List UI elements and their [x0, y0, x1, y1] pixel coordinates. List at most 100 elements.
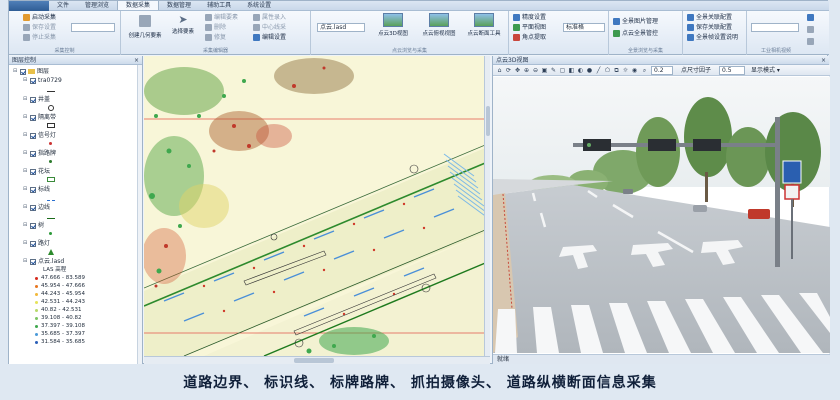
create-feature-button[interactable]: 创建几何要素: [127, 13, 163, 43]
zoom-in-icon[interactable]: ⊕: [523, 67, 530, 74]
collapse-icon[interactable]: ⊟: [13, 67, 18, 76]
collapse-icon[interactable]: ⊟: [23, 185, 28, 194]
street-3d-scene[interactable]: [493, 77, 830, 353]
layer-checkbox[interactable]: [30, 132, 36, 139]
collapse-icon[interactable]: ⊟: [23, 167, 28, 176]
home-icon[interactable]: ⌂: [496, 67, 503, 74]
section-tool-icon[interactable]: ⧉: [613, 67, 620, 74]
layer-signal-light[interactable]: ⊟ 信号灯: [23, 131, 56, 140]
attribute-entry-button[interactable]: 属性录入: [253, 13, 286, 22]
collapse-icon[interactable]: ⊟: [23, 76, 28, 85]
polygon-icon[interactable]: ⬠: [604, 67, 611, 74]
color-icon[interactable]: ◐: [577, 67, 584, 74]
panorama-image-manage-button[interactable]: 全景图片管理: [613, 17, 658, 26]
layer-checkbox[interactable]: [30, 240, 36, 247]
collapse-icon[interactable]: ⊟: [23, 131, 28, 140]
corner-extract-button[interactable]: 角点提取: [513, 33, 546, 42]
pan-icon[interactable]: ✥: [514, 67, 521, 74]
map-2d-canvas[interactable]: [144, 56, 490, 356]
tab-tools[interactable]: 辅助工具: [199, 1, 239, 10]
pointcloud-section-button[interactable]: 点云断面工具: [461, 13, 507, 43]
precision-settings-button[interactable]: 精度设置: [513, 13, 546, 22]
repair-button[interactable]: 修复: [205, 33, 226, 42]
scene-3d-canvas[interactable]: [493, 77, 830, 353]
ribbon-extra-button-1[interactable]: [807, 13, 814, 22]
zoom-out-icon[interactable]: ⊖: [532, 67, 539, 74]
panorama-link-config-button[interactable]: 全景关联配置: [687, 13, 732, 22]
select-feature-button[interactable]: ➤ 选择要素: [167, 13, 199, 43]
scroll-thumb[interactable]: [294, 358, 334, 363]
pointcloud-panorama-control-button[interactable]: 点云全景管控: [613, 29, 658, 38]
tree-root[interactable]: ⊟ 图层: [13, 67, 49, 76]
layer-icon[interactable]: ◧: [568, 67, 575, 74]
collapse-icon[interactable]: ⊟: [23, 239, 28, 248]
layer-checkbox[interactable]: [30, 186, 36, 193]
layer-pointcloud[interactable]: ⊟ 点云.lasd: [23, 257, 64, 266]
layer-checkbox[interactable]: [30, 222, 36, 229]
layer-tree[interactable]: ⊟ 树: [23, 221, 44, 230]
rotate-icon[interactable]: ⟳: [505, 67, 512, 74]
select-icon[interactable]: ▢: [559, 67, 566, 74]
pointcloud-select[interactable]: 点云.lasd: [317, 23, 365, 32]
standard-select[interactable]: 标准格: [563, 23, 605, 32]
collapse-icon[interactable]: ⊟: [23, 257, 28, 266]
plane-view-button[interactable]: 平面视图: [513, 23, 546, 32]
stop-collect-button[interactable]: 停止采集: [23, 33, 56, 42]
light-icon[interactable]: ☼: [622, 67, 629, 74]
measure-icon[interactable]: ✎: [550, 67, 557, 74]
panorama-frame-settings-button[interactable]: 全景帧设置说明: [687, 33, 738, 42]
tab-settings[interactable]: 系统设置: [239, 1, 279, 10]
layer-tra0729[interactable]: ⊟ tra0729: [23, 76, 62, 85]
app-menu-button[interactable]: [9, 1, 49, 11]
layer-guide-sign[interactable]: ⊟ 指路牌: [23, 149, 56, 158]
pointcloud-3d-view-button[interactable]: 点云3D视图: [371, 13, 415, 43]
zoom-value-input[interactable]: 0.2: [651, 66, 673, 75]
layer-checkbox[interactable]: [30, 77, 36, 84]
layer-checkbox[interactable]: [30, 168, 36, 175]
layer-checkbox[interactable]: [30, 96, 36, 103]
edit-settings-button[interactable]: 编辑设置: [253, 33, 286, 42]
layer-street-light[interactable]: ⊟ 路灯: [23, 239, 50, 248]
collapse-icon[interactable]: ⊟: [23, 95, 28, 104]
collapse-icon[interactable]: ⊟: [23, 113, 28, 122]
camera-view-icon[interactable]: ◉: [631, 67, 638, 74]
map-horizontal-scrollbar[interactable]: [144, 356, 490, 364]
layer-checkbox[interactable]: [20, 68, 26, 75]
layer-median[interactable]: ⊟ 隔离带: [23, 113, 56, 122]
centerline-button[interactable]: 中心线采: [253, 23, 286, 32]
layer-checkbox[interactable]: [30, 150, 36, 157]
layer-edge-line[interactable]: ⊟ 边线: [23, 203, 50, 212]
close-icon[interactable]: ×: [134, 56, 139, 65]
collapse-icon[interactable]: ⊟: [23, 203, 28, 212]
display-mode-dropdown[interactable]: 显示模式 ▾: [751, 66, 780, 75]
collapse-icon[interactable]: ⊟: [23, 221, 28, 230]
layer-marking[interactable]: ⊟ 标线: [23, 185, 50, 194]
point-size-select[interactable]: 0.5: [719, 66, 745, 75]
start-collect-button[interactable]: 启动采集: [23, 13, 56, 22]
map-2d-view[interactable]: [144, 56, 490, 356]
ribbon-extra-button-3[interactable]: [807, 37, 814, 46]
tab-file[interactable]: 文件: [49, 1, 77, 10]
map-vertical-scrollbar[interactable]: [484, 56, 490, 356]
line-icon[interactable]: ╱: [595, 67, 602, 74]
point-icon[interactable]: ●: [586, 67, 593, 74]
layer-checkbox[interactable]: [30, 114, 36, 121]
ribbon-extra-button-2[interactable]: [807, 25, 814, 34]
layer-flower-bed[interactable]: ⊟ 花坛: [23, 167, 50, 176]
layer-checkbox[interactable]: [30, 204, 36, 211]
camera-select[interactable]: [751, 23, 799, 32]
tab-data-manage[interactable]: 数据管理: [159, 1, 199, 10]
tree-scrollbar[interactable]: [137, 65, 142, 364]
close-icon[interactable]: ×: [821, 56, 826, 65]
collect-input[interactable]: [71, 23, 115, 32]
fit-icon[interactable]: ▣: [541, 67, 548, 74]
tab-browse[interactable]: 管理浏览: [77, 1, 117, 10]
search-icon[interactable]: ⌕: [641, 67, 648, 74]
tab-data-collect[interactable]: 数据采集: [117, 1, 160, 10]
layer-checkbox[interactable]: [30, 258, 36, 265]
edit-feature-button[interactable]: 编辑要素: [205, 13, 238, 22]
pointcloud-top-view-button[interactable]: 点云俯视视图: [417, 13, 461, 43]
delete-button[interactable]: 删除: [205, 23, 226, 32]
save-link-config-button[interactable]: 保存关联配置: [687, 23, 732, 32]
scroll-thumb[interactable]: [486, 106, 490, 136]
